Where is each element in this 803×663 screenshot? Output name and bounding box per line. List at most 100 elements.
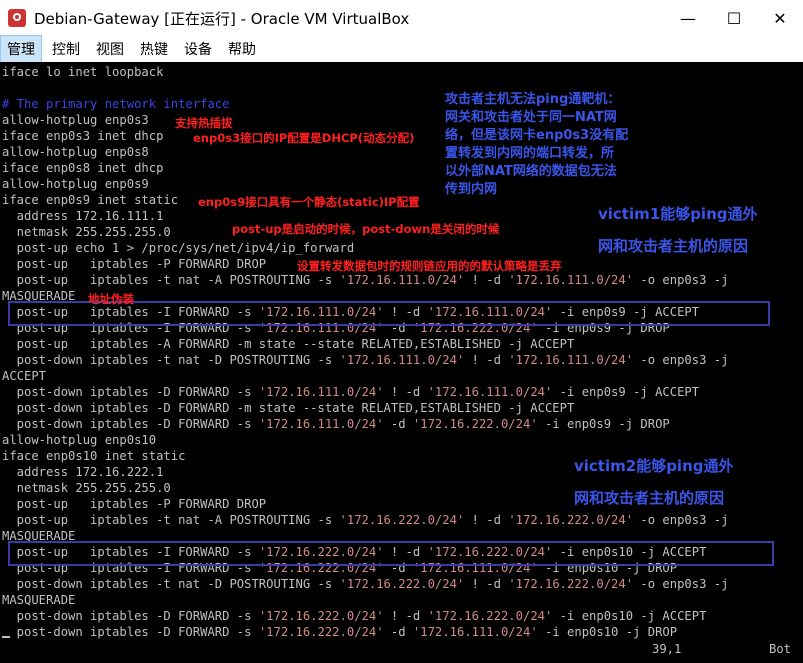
- console-line: post-down iptables -D FORWARD -s '172.16…: [2, 384, 728, 400]
- console-token: iface enp0s10 inet static: [2, 449, 186, 463]
- console-line: post-down iptables -D FORWARD -m state -…: [2, 400, 728, 416]
- console-token: '172.16.111.0/24': [508, 353, 634, 367]
- console-line: post-down iptables -D FORWARD -s '172.16…: [2, 416, 728, 432]
- console-token: address 172.16.222.1: [2, 465, 164, 479]
- close-button[interactable]: ✕: [757, 0, 803, 36]
- console-token: netmask 255.255.255.0: [2, 481, 171, 495]
- console-token: '172.16.111.0/24': [258, 385, 384, 399]
- console-token: '172.16.222.0/24': [508, 513, 634, 527]
- console-token: '172.16.222.0/24': [508, 577, 634, 591]
- console-token: '172.16.222.0/24': [339, 513, 465, 527]
- console-line: ACCEPT: [2, 368, 728, 384]
- menu-view[interactable]: 视图: [90, 36, 130, 62]
- console-token: '172.16.111.0/24': [258, 417, 384, 431]
- annotation-masquerade: 地址伪装: [88, 292, 134, 306]
- console-token: -i enp0s10 -j DROP: [537, 625, 678, 639]
- console-token: '172.16.111.0/24': [339, 353, 465, 367]
- menu-devices[interactable]: 设备: [178, 36, 218, 62]
- console-token: iface lo inet loopback: [2, 65, 164, 79]
- vm-console-screen[interactable]: iface lo inet loopback # The primary net…: [0, 62, 803, 663]
- highlight-box-victim2-rule: [8, 541, 774, 566]
- title-bar: Debian-Gateway [正在运行] - Oracle VM Virtua…: [0, 0, 803, 36]
- console-token: allow-hotplug enp0s3: [2, 113, 149, 127]
- console-token: ! -d: [383, 385, 428, 399]
- console-token: '172.16.222.0/24': [258, 625, 384, 639]
- annotation-static: enp0s9接口具有一个静态(static)IP配置: [198, 195, 420, 209]
- console-token: post-up echo 1 > /proc/sys/net/ipv4/ip_f…: [2, 241, 355, 255]
- console-token: iface enp0s8 inet dhcp: [2, 161, 164, 175]
- console-token: allow-hotplug enp0s10: [2, 433, 157, 447]
- console-token: post-up iptables -A FORWARD -m state --s…: [2, 337, 575, 351]
- console-token: -o enp0s3 -j: [633, 273, 729, 287]
- console-token: ! -d: [383, 609, 428, 623]
- console-token: MASQUERADE: [2, 593, 76, 607]
- window-title: Debian-Gateway [正在运行] - Oracle VM Virtua…: [34, 9, 410, 28]
- virtualbox-app-icon: [8, 9, 26, 27]
- console-token: iface enp0s9 inet static: [2, 193, 179, 207]
- console-token: '172.16.111.0/24': [412, 625, 538, 639]
- console-token: -d: [383, 625, 413, 639]
- scroll-indicator: Bot: [769, 642, 792, 656]
- console-token: netmask 255.255.255.0: [2, 225, 171, 239]
- console-line: post-down iptables -D FORWARD -s '172.16…: [2, 624, 728, 640]
- annotation-hotplug: 支持热插拔: [175, 116, 233, 130]
- console-token: -o enp0s3 -j: [633, 577, 729, 591]
- console-token: post-up iptables -t nat -A POSTROUTING -…: [2, 273, 340, 287]
- console-token: iface enp0s3 inet dhcp: [2, 129, 164, 143]
- console-token: post-up iptables -t nat -A POSTROUTING -…: [2, 513, 340, 527]
- console-line: post-down iptables -t nat -D POSTROUTING…: [2, 352, 729, 368]
- console-token: post-down iptables -D FORWARD -s: [2, 417, 259, 431]
- console-token: post-up iptables -P FORWARD DROP: [2, 497, 267, 511]
- console-token: address 172.16.111.1: [2, 209, 164, 223]
- console-line: allow-hotplug enp0s10: [2, 432, 728, 448]
- cursor-position: 39,1: [652, 642, 682, 656]
- maximize-button[interactable]: ☐: [711, 0, 757, 36]
- console-token: post-down iptables -D FORWARD -m state -…: [2, 401, 575, 415]
- console-line: MASQUERADE: [2, 592, 728, 608]
- minimize-button[interactable]: —: [665, 0, 711, 36]
- window-controls: — ☐ ✕: [665, 0, 803, 36]
- console-token: -o enp0s3 -j: [633, 353, 729, 367]
- console-token: allow-hotplug enp0s9: [2, 177, 149, 191]
- console-token: ! -d: [464, 273, 509, 287]
- console-token: '172.16.222.0/24': [412, 417, 538, 431]
- menu-help[interactable]: 帮助: [222, 36, 262, 62]
- console-line: post-up iptables -t nat -A POSTROUTING -…: [2, 272, 729, 288]
- menu-control[interactable]: 控制: [46, 36, 86, 62]
- console-token: post-up iptables -P FORWARD DROP: [2, 257, 267, 271]
- annotation-victim1: victim1能够ping通外 网和攻击者主机的原因: [598, 205, 758, 255]
- console-line: post-down iptables -D FORWARD -s '172.16…: [2, 608, 728, 624]
- console-token: '172.16.222.0/24': [339, 577, 465, 591]
- console-token: # The primary network interface: [2, 97, 230, 111]
- console-token: '172.16.222.0/24': [427, 609, 553, 623]
- console-token: ! -d: [464, 513, 509, 527]
- annotation-dhcp: enp0s3接口的IP配置是DHCP(动态分配): [193, 131, 415, 145]
- console-line: iface lo inet loopback: [2, 64, 728, 80]
- menu-bar: 管理 控制 视图 热键 设备 帮助: [0, 35, 803, 63]
- console-token: post-down iptables -t nat -D POSTROUTING…: [2, 353, 340, 367]
- console-token: '172.16.222.0/24': [258, 609, 384, 623]
- console-token: '172.16.111.0/24': [427, 385, 553, 399]
- annotation-default-policy: 设置转发数据包时的规则链应用的的默认策略是丢弃: [297, 259, 562, 273]
- menu-manage[interactable]: 管理: [0, 35, 42, 63]
- console-token: post-down iptables -D FORWARD -s: [2, 625, 259, 639]
- console-token: '172.16.111.0/24': [339, 273, 465, 287]
- console-token: post-down iptables -D FORWARD -s: [2, 385, 259, 399]
- console-token: post-down iptables -D FORWARD -s: [2, 609, 259, 623]
- console-token: allow-hotplug enp0s8: [2, 145, 149, 159]
- console-token: post-down iptables -t nat -D POSTROUTING…: [2, 577, 340, 591]
- console-token: -d: [383, 417, 413, 431]
- menu-hotkeys[interactable]: 热键: [134, 36, 174, 62]
- console-token: -i enp0s10 -j ACCEPT: [552, 609, 707, 623]
- text-cursor: [2, 636, 10, 638]
- console-token: ! -d: [464, 577, 509, 591]
- console-line: post-down iptables -t nat -D POSTROUTING…: [2, 576, 729, 592]
- console-line: post-up iptables -A FORWARD -m state --s…: [2, 336, 728, 352]
- console-line: post-up iptables -t nat -A POSTROUTING -…: [2, 512, 729, 528]
- annotation-attacker-note: 攻击者主机无法ping通靶机： 网关和攻击者处于同一NAT网 络，但是该网卡en…: [445, 92, 629, 197]
- console-token: ACCEPT: [2, 369, 47, 383]
- console-token: -i enp0s9 -j DROP: [537, 417, 670, 431]
- annotation-victim2: victim2能够ping通外 网和攻击者主机的原因: [574, 457, 734, 507]
- console-token: ! -d: [464, 353, 509, 367]
- console-token: '172.16.111.0/24': [508, 273, 634, 287]
